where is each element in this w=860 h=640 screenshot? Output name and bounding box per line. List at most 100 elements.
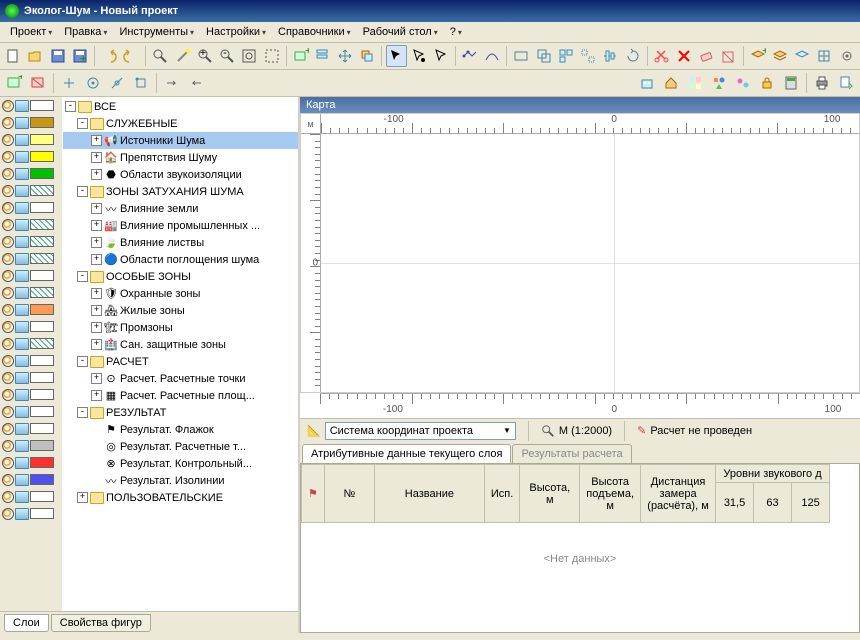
- path-edit-icon[interactable]: [482, 45, 502, 67]
- print-icon[interactable]: [15, 389, 29, 401]
- eye-icon[interactable]: [2, 151, 14, 163]
- tree-industrial[interactable]: +🏭Влияние промышленных ...: [63, 217, 298, 234]
- print-icon[interactable]: [15, 100, 29, 112]
- print-icon[interactable]: [15, 440, 29, 452]
- color-swatch[interactable]: [30, 321, 54, 332]
- print-icon[interactable]: [15, 355, 29, 367]
- eye-icon[interactable]: [2, 253, 14, 265]
- print-icon[interactable]: [15, 321, 29, 333]
- pointer-icon[interactable]: [386, 45, 406, 67]
- save-as-icon[interactable]: +: [70, 45, 90, 67]
- tree-user[interactable]: +ПОЛЬЗОВАТЕЛЬСКИЕ: [63, 489, 298, 506]
- eye-icon[interactable]: [2, 440, 14, 452]
- print-icon[interactable]: [15, 287, 29, 299]
- edit-node-icon[interactable]: [460, 45, 480, 67]
- color-swatch[interactable]: [30, 202, 54, 213]
- layer-fill-icon[interactable]: [792, 45, 812, 67]
- tab-results[interactable]: Результаты расчета: [512, 444, 631, 463]
- eye-icon[interactable]: [2, 372, 14, 384]
- tab-layers[interactable]: Слои: [4, 614, 49, 632]
- print-icon[interactable]: [15, 491, 29, 503]
- redo-icon[interactable]: [121, 45, 141, 67]
- tree-res-control[interactable]: ⊗Результат. Контрольный...: [63, 455, 298, 472]
- move-shape-icon[interactable]: [335, 45, 355, 67]
- tree-sanitary[interactable]: +🏥Сан. защитные зоны: [63, 336, 298, 353]
- eye-icon[interactable]: [2, 423, 14, 435]
- print-icon[interactable]: [15, 253, 29, 265]
- color-swatch[interactable]: [30, 270, 54, 281]
- eye-icon[interactable]: [2, 406, 14, 418]
- tree-noise-sources[interactable]: +📢Источники Шума: [63, 132, 298, 149]
- snap2-icon[interactable]: [106, 72, 128, 94]
- col-63[interactable]: 63: [754, 483, 792, 523]
- coord-system-dropdown[interactable]: Система координат проекта▼: [325, 422, 516, 440]
- eye-icon[interactable]: [2, 508, 14, 520]
- zoom-icon[interactable]: [150, 45, 170, 67]
- col-31[interactable]: 31,5: [716, 483, 754, 523]
- color-swatch[interactable]: [30, 185, 54, 196]
- zoom-sel-icon[interactable]: [261, 45, 281, 67]
- eye-icon[interactable]: [2, 117, 14, 129]
- eye-icon[interactable]: [2, 389, 14, 401]
- export-icon[interactable]: [835, 72, 857, 94]
- eye-icon[interactable]: [2, 491, 14, 503]
- tree-calc-points[interactable]: +⊙Расчет. Расчетные точки: [63, 370, 298, 387]
- tree-ground[interactable]: +〰Влияние земли: [63, 200, 298, 217]
- menu-project[interactable]: Проект▾: [4, 24, 58, 40]
- color-swatch[interactable]: [30, 423, 54, 434]
- tree-res-iso[interactable]: 〰Результат. Изолинии: [63, 472, 298, 489]
- house-icon[interactable]: [660, 72, 682, 94]
- elems-icon[interactable]: [708, 72, 730, 94]
- eye-icon[interactable]: [2, 287, 14, 299]
- print-icon[interactable]: [15, 134, 29, 146]
- scale-display[interactable]: М (1:2000): [559, 425, 612, 437]
- print-icon[interactable]: [15, 304, 29, 316]
- expand-icon[interactable]: +: [91, 135, 102, 146]
- shape-list-icon[interactable]: [313, 45, 333, 67]
- color-swatch[interactable]: [30, 304, 54, 315]
- color-swatch[interactable]: [30, 219, 54, 230]
- layer-stack-icon[interactable]: [770, 45, 790, 67]
- save-icon[interactable]: [47, 45, 67, 67]
- rect-icon[interactable]: [511, 45, 531, 67]
- col-name[interactable]: Название: [374, 465, 484, 523]
- tree-calc-areas[interactable]: +▦Расчет. Расчетные площ...: [63, 387, 298, 404]
- print-icon[interactable]: [811, 72, 833, 94]
- eye-icon[interactable]: [2, 270, 14, 282]
- menu-settings[interactable]: Настройки▾: [200, 24, 272, 40]
- color-swatch[interactable]: [30, 355, 54, 366]
- tree-industrial-zone[interactable]: +🏗Промзоны: [63, 319, 298, 336]
- print-icon[interactable]: [15, 423, 29, 435]
- group-icon[interactable]: [556, 45, 576, 67]
- tree-protected[interactable]: +🛡Охранные зоны: [63, 285, 298, 302]
- tab-props[interactable]: Свойства фигур: [51, 614, 151, 632]
- menu-desktop[interactable]: Рабочий стол▾: [357, 24, 444, 40]
- move-node-icon[interactable]: [431, 45, 451, 67]
- color-swatch[interactable]: [30, 117, 54, 128]
- color-swatch[interactable]: [30, 474, 54, 485]
- menu-refs[interactable]: Справочники▾: [272, 24, 357, 40]
- cut-icon[interactable]: [652, 45, 672, 67]
- col-num[interactable]: №: [324, 465, 374, 523]
- eye-icon[interactable]: [2, 236, 14, 248]
- eye-icon[interactable]: [2, 219, 14, 231]
- view-del-icon[interactable]: [27, 72, 49, 94]
- ortho-icon[interactable]: [58, 72, 80, 94]
- menu-help[interactable]: ?▾: [444, 24, 468, 40]
- col-group-levels[interactable]: Уровни звукового д: [716, 465, 830, 483]
- eye-icon[interactable]: [2, 100, 14, 112]
- print-icon[interactable]: [15, 457, 29, 469]
- rotate-icon[interactable]: [623, 45, 643, 67]
- print-icon[interactable]: [15, 270, 29, 282]
- align-icon[interactable]: [600, 45, 620, 67]
- to-back-icon[interactable]: [357, 45, 377, 67]
- print-icon[interactable]: [15, 406, 29, 418]
- tree-residential[interactable]: +🏘Жилые зоны: [63, 302, 298, 319]
- arr-icon[interactable]: [161, 72, 183, 94]
- print-icon[interactable]: [15, 168, 29, 180]
- layer-add-icon[interactable]: +: [748, 45, 768, 67]
- col-125[interactable]: 125: [792, 483, 830, 523]
- eraser-icon[interactable]: [696, 45, 716, 67]
- eye-icon[interactable]: [2, 457, 14, 469]
- tree-foliage[interactable]: +🍃Влияние листвы: [63, 234, 298, 251]
